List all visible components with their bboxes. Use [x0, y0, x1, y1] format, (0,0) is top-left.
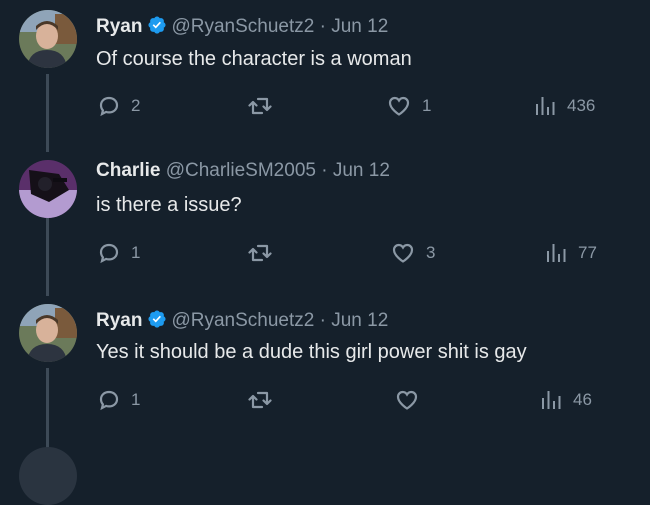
display-name[interactable]: Charlie	[96, 160, 160, 181]
reply-count: 1	[131, 390, 141, 409]
heart-icon	[394, 388, 420, 412]
views-icon	[539, 388, 563, 412]
like-count: 1	[422, 96, 432, 115]
verified-badge-icon	[147, 309, 167, 335]
reply-button[interactable]: 1	[97, 241, 140, 265]
retweet-icon	[247, 241, 273, 265]
views-icon	[544, 241, 568, 265]
tweet-text: Of course the character is a woman	[96, 48, 412, 70]
tweet[interactable]: Charlie @CharlieSM2005 · Jun 12 is there…	[0, 148, 650, 296]
tweet-header: Ryan @RyanSchuetz2 · Jun 12	[96, 309, 388, 335]
retweet-icon	[247, 388, 273, 412]
tweet-text: Yes it should be a dude this girl power …	[96, 341, 527, 363]
reply-icon	[97, 241, 121, 265]
views-count: 77	[578, 243, 597, 262]
reply-button[interactable]: 2	[97, 94, 140, 118]
display-name[interactable]: Ryan	[96, 16, 142, 37]
views-count: 436	[567, 96, 596, 115]
views-button[interactable]: 46	[539, 388, 592, 412]
retweet-button[interactable]	[247, 388, 283, 412]
reply-button[interactable]: 1	[97, 388, 140, 412]
handle[interactable]: @RyanSchuetz2	[171, 16, 314, 37]
handle[interactable]: @RyanSchuetz2	[171, 310, 314, 331]
tweet-text: is there a issue?	[96, 194, 242, 216]
tweet-header: Charlie @CharlieSM2005 · Jun 12	[96, 160, 390, 182]
like-button[interactable]: 3	[390, 241, 435, 265]
separator: ·	[319, 310, 326, 331]
views-count: 46	[573, 390, 592, 409]
views-button[interactable]: 436	[533, 94, 595, 118]
timestamp[interactable]: Jun 12	[331, 16, 388, 37]
like-button[interactable]: 1	[386, 94, 431, 118]
like-count: 3	[426, 243, 436, 262]
avatar[interactable]	[19, 447, 77, 505]
retweet-button[interactable]	[247, 94, 283, 118]
display-name[interactable]: Ryan	[96, 310, 142, 331]
heart-icon	[390, 241, 416, 265]
views-icon	[533, 94, 557, 118]
timestamp[interactable]: Jun 12	[333, 160, 390, 181]
separator: ·	[319, 16, 326, 37]
avatar[interactable]	[19, 160, 77, 218]
handle[interactable]: @CharlieSM2005	[166, 160, 316, 181]
like-button[interactable]	[394, 388, 430, 412]
tweet-header: Ryan @RyanSchuetz2 · Jun 12	[96, 15, 388, 41]
reply-icon	[97, 388, 121, 412]
avatar[interactable]	[19, 10, 77, 68]
avatar[interactable]	[19, 304, 77, 362]
reply-count: 2	[131, 96, 141, 115]
views-button[interactable]: 77	[544, 241, 597, 265]
timestamp[interactable]: Jun 12	[331, 310, 388, 331]
reply-icon	[97, 94, 121, 118]
separator: ·	[321, 160, 328, 181]
reply-count: 1	[131, 243, 141, 262]
retweet-button[interactable]	[247, 241, 283, 265]
tweet[interactable]: Ryan @RyanSchuetz2 · Jun 12 Of course the…	[0, 0, 650, 148]
tweet[interactable]: Ryan @RyanSchuetz2 · Jun 12 Yes it should…	[0, 296, 650, 453]
verified-badge-icon	[147, 15, 167, 41]
heart-icon	[386, 94, 412, 118]
retweet-icon	[247, 94, 273, 118]
